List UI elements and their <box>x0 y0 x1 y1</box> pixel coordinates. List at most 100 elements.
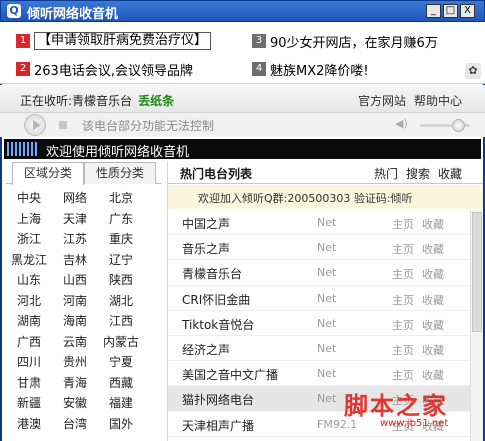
station-source: Net <box>317 241 337 255</box>
tab-favorites[interactable]: 收藏 <box>438 165 462 182</box>
station-favorite-link[interactable]: 收藏 <box>422 241 444 257</box>
ad-link-4[interactable]: 4 魅族MX2降价喽! <box>252 59 369 79</box>
station-source: Net <box>317 291 337 305</box>
drop-note-link[interactable]: 丢纸条 <box>138 94 174 108</box>
welcome-banner: 欢迎使用倾听网络收音机 <box>4 139 481 160</box>
station-favorite-link[interactable]: 收藏 <box>422 292 444 308</box>
region-item[interactable]: 台湾 <box>52 414 98 435</box>
region-item[interactable]: 河北 <box>6 291 52 312</box>
region-item[interactable]: 重庆 <box>98 229 144 250</box>
region-item[interactable]: 甘肃 <box>6 373 52 394</box>
region-item[interactable]: 四川 <box>6 352 52 373</box>
station-row[interactable]: 经济之声 Net 主页 收藏 <box>168 336 470 362</box>
tab-region[interactable]: 区域分类 <box>12 162 84 185</box>
station-name: 中国之声 <box>182 217 231 231</box>
tab-search[interactable]: 搜索 <box>406 165 430 182</box>
station-name: Tiktok音悦台 <box>182 317 255 332</box>
region-item[interactable]: 云南 <box>52 332 98 353</box>
volume-knob[interactable] <box>452 119 465 132</box>
station-row[interactable]: CRI怀旧金曲 Net 主页 收藏 <box>168 286 470 311</box>
region-item[interactable]: 海南 <box>52 311 98 332</box>
station-list-title: 热门电台列表 <box>180 167 253 181</box>
ad-link-2[interactable]: 2 263电话会议,会议领导品牌 <box>16 59 193 79</box>
official-site-link[interactable]: 官方网站 <box>358 92 406 109</box>
station-favorite-link[interactable]: 收藏 <box>422 266 444 282</box>
region-item[interactable]: 北京 <box>98 188 144 209</box>
station-row[interactable]: 青檬音乐台 Net 主页 收藏 <box>168 260 470 286</box>
region-item[interactable]: 浙江 <box>6 229 52 250</box>
tab-hot[interactable]: 热门 <box>374 165 398 182</box>
play-button[interactable] <box>24 114 46 136</box>
region-item[interactable]: 山西 <box>52 270 98 291</box>
close-button[interactable]: X <box>460 4 475 18</box>
region-row: 四川 贵州 宁夏 <box>6 352 161 373</box>
region-item[interactable]: 陕西 <box>98 270 144 291</box>
station-list-scrollbar[interactable] <box>470 210 483 441</box>
region-item[interactable]: 上海 <box>6 209 52 230</box>
station-row[interactable]: 音乐之声 Net 主页 收藏 <box>168 235 470 261</box>
region-item[interactable]: 贵州 <box>52 352 98 373</box>
region-item[interactable]: 广西 <box>6 332 52 353</box>
tab-nature[interactable]: 性质分类 <box>84 162 156 184</box>
station-row[interactable]: 中国之声 Net 主页 收藏 <box>168 210 470 236</box>
station-favorite-link[interactable]: 收藏 <box>422 342 444 358</box>
region-row: 黑龙江 吉林 辽宁 <box>6 250 161 271</box>
region-item[interactable]: 江苏 <box>52 229 98 250</box>
ad-link-1[interactable]: 1 【申请领取肝病免费治疗仪】 <box>16 31 212 51</box>
ad-text: 【申请领取肝病免费治疗仪】 <box>34 32 212 50</box>
region-item[interactable]: 天津 <box>52 209 98 230</box>
minimize-button[interactable]: _ <box>426 4 441 18</box>
help-center-link[interactable]: 帮助中心 <box>414 92 462 109</box>
region-item[interactable]: 湖北 <box>98 291 144 312</box>
region-item[interactable]: 网络 <box>52 188 98 209</box>
station-favorite-link[interactable]: 收藏 <box>422 367 444 383</box>
region-item[interactable]: 新疆 <box>6 393 52 414</box>
station-homepage-link[interactable]: 主页 <box>392 292 414 308</box>
station-homepage-link[interactable]: 主页 <box>392 317 414 333</box>
region-item[interactable]: 黑龙江 <box>6 250 52 271</box>
region-item[interactable]: 港澳 <box>6 414 52 435</box>
notice-text: 欢迎加入倾听Q群:200500303 验证码:倾听 <box>198 192 413 205</box>
region-item[interactable]: 吉林 <box>52 250 98 271</box>
station-homepage-link[interactable]: 主页 <box>392 342 414 358</box>
station-favorite-link[interactable]: 收藏 <box>422 216 444 232</box>
qq-group-notice: 欢迎加入倾听Q群:200500303 验证码:倾听 <box>168 185 483 209</box>
station-homepage-link[interactable]: 主页 <box>392 241 414 257</box>
region-item[interactable]: 辽宁 <box>98 250 144 271</box>
region-item[interactable]: 西藏 <box>98 373 144 394</box>
station-source: Net <box>317 266 337 280</box>
ad-link-3[interactable]: 3 90少女开网店，在家月赚6万 <box>252 31 438 51</box>
region-item[interactable]: 福建 <box>98 393 144 414</box>
region-item[interactable]: 河南 <box>52 291 98 312</box>
signal-bars-icon <box>7 142 39 156</box>
maximize-button[interactable]: □ <box>443 4 458 18</box>
q-icon: Q <box>7 4 21 18</box>
ad-text: 263电话会议,会议领导品牌 <box>34 63 193 79</box>
station-favorite-link[interactable]: 收藏 <box>422 317 444 333</box>
station-row[interactable]: 美国之音中文广播 Net 主页 收藏 <box>168 361 470 387</box>
region-item[interactable]: 山东 <box>6 270 52 291</box>
title-bar[interactable]: Q 倾听网络收音机 _ □ X <box>0 0 485 22</box>
paw-icon[interactable]: ✿ <box>465 63 481 79</box>
volume-icon[interactable]: ◀) <box>395 117 409 131</box>
station-homepage-link[interactable]: 主页 <box>392 367 414 383</box>
region-item[interactable]: 广东 <box>98 209 144 230</box>
station-name: 经济之声 <box>182 342 231 357</box>
station-list-header: 热门电台列表 热门 搜索 收藏 <box>168 161 483 184</box>
scroll-thumb[interactable] <box>472 212 482 332</box>
region-item[interactable]: 湖南 <box>6 311 52 332</box>
stop-button[interactable] <box>59 121 67 129</box>
region-row: 浙江 江苏 重庆 <box>6 229 161 250</box>
region-item[interactable]: 中央 <box>6 188 52 209</box>
region-item[interactable]: 内蒙古 <box>98 332 144 353</box>
station-homepage-link[interactable]: 主页 <box>392 266 414 282</box>
region-item[interactable]: 宁夏 <box>98 352 144 373</box>
region-row: 中央 网络 北京 <box>6 188 161 209</box>
region-item[interactable]: 安徽 <box>52 393 98 414</box>
station-row[interactable]: Tiktok音悦台 Net 主页 收藏 <box>168 311 470 336</box>
region-item[interactable]: 青海 <box>52 373 98 394</box>
station-name: 音乐之声 <box>182 242 231 257</box>
station-homepage-link[interactable]: 主页 <box>392 216 414 232</box>
region-item[interactable]: 国外 <box>98 414 144 435</box>
region-item[interactable]: 江西 <box>98 311 144 332</box>
